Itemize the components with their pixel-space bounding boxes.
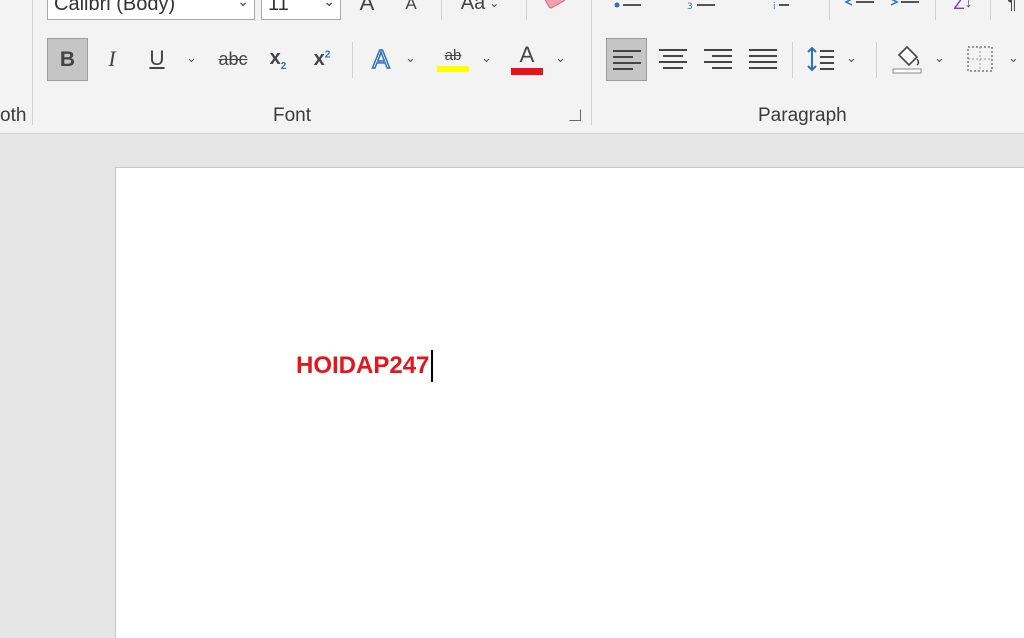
font-color-swatch	[511, 67, 543, 75]
justify-icon	[749, 49, 777, 69]
increase-indent-icon	[890, 0, 919, 6]
font-size-value: 11	[268, 0, 289, 15]
text-effects-chevron-icon[interactable]: ⌄	[405, 50, 416, 66]
shrink-font-button[interactable]: A	[398, 0, 424, 16]
eraser-icon	[544, 0, 566, 9]
borders-icon	[967, 46, 993, 72]
text-cursor	[431, 350, 433, 382]
group-divider	[591, 0, 592, 125]
sort-button[interactable]: Z ↓	[946, 0, 980, 16]
align-right-icon	[704, 49, 732, 69]
ribbon: oth Calibri (Body) ⌄ 11 ⌄ A A Aa ⌄ B I U…	[0, 0, 1024, 134]
document-text[interactable]: HOIDAP247	[296, 352, 429, 380]
underline-icon: U	[149, 47, 165, 70]
font-color-button[interactable]: A	[508, 40, 546, 78]
align-left-button[interactable]	[606, 38, 647, 81]
pilcrow-icon: ¶	[1007, 0, 1017, 13]
underline-options-chevron-icon[interactable]: ⌄	[186, 50, 197, 66]
borders-chevron-icon[interactable]: ⌄	[1008, 50, 1019, 66]
group-divider	[32, 0, 33, 125]
divider	[526, 0, 527, 20]
font-dialog-launcher-icon[interactable]	[569, 109, 581, 121]
bold-icon: B	[59, 47, 76, 71]
italic-icon: I	[108, 46, 116, 71]
bold-button[interactable]: B	[47, 38, 88, 81]
show-formatting-marks-button[interactable]: ¶	[1000, 0, 1024, 16]
italic-button[interactable]: I	[98, 42, 126, 76]
text-highlight-button[interactable]: ab	[434, 40, 472, 78]
highlight-color-swatch	[437, 65, 469, 72]
document-page[interactable]: HOIDAP247	[115, 167, 1024, 638]
clear-formatting-button[interactable]	[537, 0, 571, 16]
strikethrough-icon: abc	[218, 48, 248, 69]
change-case-icon: Aa	[460, 0, 486, 14]
line-spacing-chevron-icon[interactable]: ⌄	[846, 50, 857, 66]
divider	[935, 0, 936, 20]
paragraph-group-label: Paragraph	[758, 105, 847, 126]
font-name-value: Calibri (Body)	[54, 0, 176, 15]
text-effects-button[interactable]: A	[364, 42, 398, 76]
numbering-button[interactable]: 2 3	[684, 0, 740, 16]
justify-button[interactable]	[745, 42, 781, 76]
borders-button[interactable]	[962, 42, 998, 76]
font-color-icon: A	[519, 41, 535, 67]
chevron-down-icon: ⌄	[237, 0, 249, 9]
shrink-font-icon: A	[405, 0, 417, 13]
chevron-down-icon: ⌄	[489, 0, 500, 10]
align-center-button[interactable]	[655, 42, 691, 76]
divider	[876, 42, 877, 78]
multilevel-list-icon: i	[773, 0, 806, 12]
sort-icon: Z	[953, 0, 965, 13]
multilevel-list-button[interactable]: i	[762, 0, 814, 16]
numbering-icon: 2 3	[687, 0, 734, 12]
decrease-indent-button[interactable]	[841, 0, 877, 16]
subscript-button[interactable]: x2	[262, 42, 294, 76]
decrease-indent-icon	[844, 0, 874, 6]
strikethrough-button[interactable]: abc	[213, 42, 253, 76]
grow-font-icon: A	[359, 0, 375, 15]
highlight-chevron-icon[interactable]: ⌄	[481, 50, 492, 66]
align-left-icon	[612, 49, 641, 70]
font-color-chevron-icon[interactable]: ⌄	[555, 50, 566, 66]
chevron-down-icon: ⌄	[323, 0, 335, 9]
line-spacing-icon	[807, 46, 834, 72]
line-spacing-button[interactable]	[804, 42, 838, 76]
divider	[441, 0, 442, 20]
underline-button[interactable]: U	[142, 42, 172, 76]
paint-bucket-icon	[892, 45, 922, 74]
font-name-dropdown[interactable]: Calibri (Body) ⌄	[47, 0, 255, 20]
divider	[829, 0, 830, 20]
divider	[990, 0, 991, 20]
svg-text:i: i	[773, 2, 776, 12]
divider	[352, 42, 353, 78]
grow-font-button[interactable]: A	[353, 0, 381, 16]
font-group-label: Font	[273, 105, 312, 126]
superscript-icon: x2	[313, 47, 331, 70]
font-size-dropdown[interactable]: 11 ⌄	[261, 0, 341, 20]
increase-indent-button[interactable]	[886, 0, 922, 16]
align-right-button[interactable]	[700, 42, 736, 76]
divider	[792, 42, 793, 78]
highlighter-icon: ab	[444, 46, 462, 64]
partial-group-label: oth	[0, 105, 27, 126]
align-center-icon	[659, 49, 687, 69]
shading-button[interactable]	[888, 40, 926, 78]
bullets-icon	[614, 0, 656, 8]
shading-chevron-icon[interactable]: ⌄	[934, 50, 945, 66]
bullets-button[interactable]	[610, 0, 662, 16]
subscript-icon: x2	[269, 46, 287, 72]
superscript-button[interactable]: x2	[306, 42, 338, 76]
change-case-button[interactable]: Aa ⌄	[452, 0, 508, 16]
text-effects-icon: A	[372, 43, 391, 75]
svg-text:3: 3	[687, 2, 693, 12]
